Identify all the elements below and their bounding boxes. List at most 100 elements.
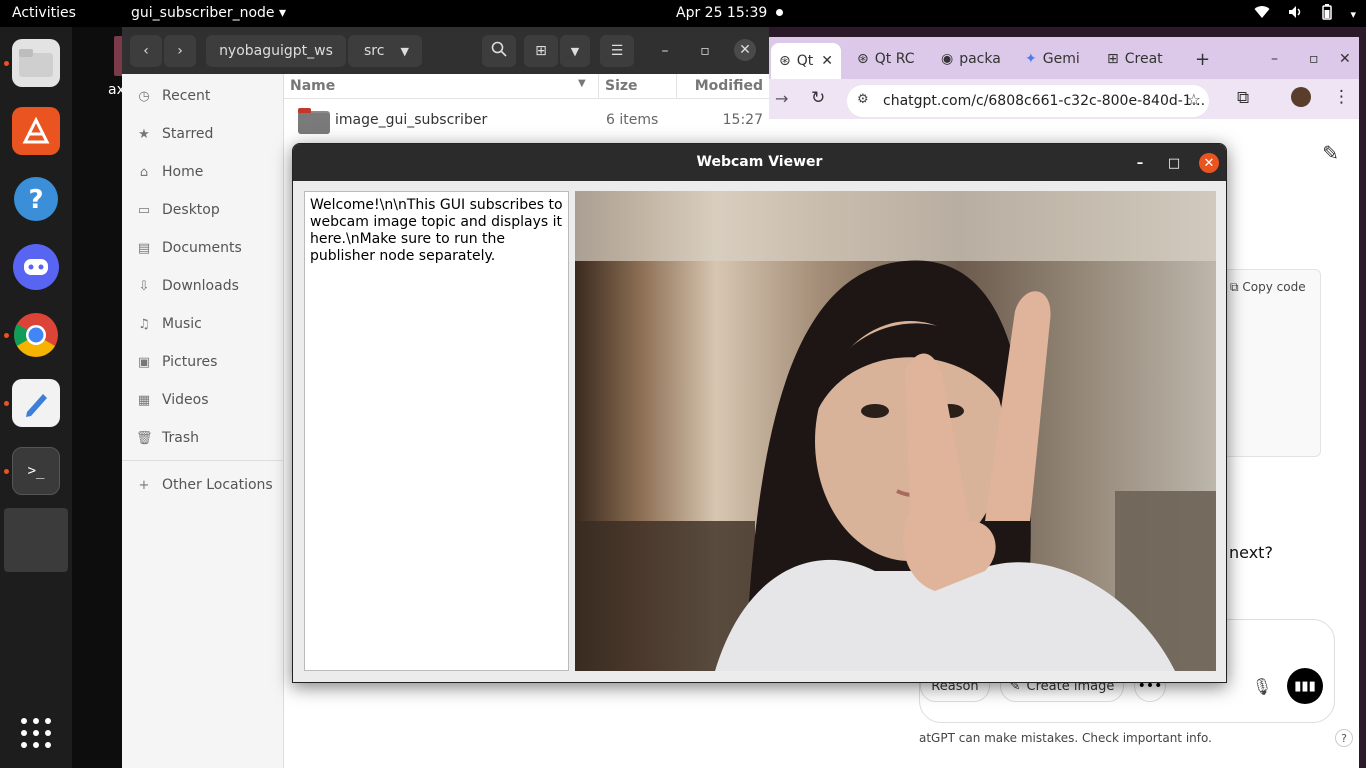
app-menu[interactable]: gui_subscriber_node ▾ xyxy=(131,5,286,21)
avatar[interactable] xyxy=(1291,87,1311,107)
grid-icon: ⊞ xyxy=(535,43,547,59)
site-info-icon[interactable]: ⚙ xyxy=(857,92,869,107)
column-headers: Name ▼ Size Modified xyxy=(284,74,769,99)
openai-icon: ⊛ xyxy=(779,53,791,69)
mic-button[interactable]: 🎙 xyxy=(1246,670,1278,702)
files-icon[interactable] xyxy=(12,39,60,87)
close-button[interactable]: ✕ xyxy=(1331,44,1357,74)
battery-icon xyxy=(1322,4,1333,24)
sidebar-item-documents[interactable]: ▤ Documents xyxy=(136,238,242,258)
tab-active[interactable]: ⊛ Qt ✕ xyxy=(771,43,841,79)
sidebar-item-pictures[interactable]: ▣ Pictures xyxy=(136,352,218,372)
reload-icon[interactable]: ↻ xyxy=(811,88,825,108)
bookmark-star-icon[interactable]: ☆ xyxy=(1187,90,1201,109)
sidebar-item-label: Desktop xyxy=(162,202,220,218)
sidebar-item-recent[interactable]: ◷ Recent xyxy=(136,86,210,106)
message-text-area[interactable]: Welcome!\n\nThis GUI subscribes to webca… xyxy=(304,191,569,671)
url-bar[interactable]: ⚙ chatgpt.com/c/6808c661-c32c-800e-840d-… xyxy=(847,85,1209,117)
minimize-button[interactable]: – xyxy=(652,35,678,67)
activities-button[interactable]: Activities xyxy=(12,5,76,21)
close-icon[interactable]: ✕ xyxy=(821,53,833,69)
openai-icon: ⊛ xyxy=(857,51,869,67)
software-store-icon[interactable] xyxy=(12,107,60,155)
view-options-button[interactable]: ▼ xyxy=(560,35,590,67)
column-name[interactable]: Name xyxy=(290,78,335,94)
view-toggle-button[interactable]: ⊞ xyxy=(524,35,558,67)
wifi-icon xyxy=(1254,5,1270,23)
system-tray[interactable]: ▾ xyxy=(1254,4,1356,24)
help-button[interactable]: ? xyxy=(1335,729,1353,747)
minimize-button[interactable]: – xyxy=(1263,44,1289,74)
chrome-icon[interactable] xyxy=(12,311,60,359)
star-icon: ★ xyxy=(138,126,150,142)
table-row[interactable]: image_gui_subscriber 6 items 15:27 xyxy=(284,102,769,142)
chevron-right-icon: › xyxy=(177,43,183,59)
sidebar-item-label: Trash xyxy=(162,430,199,446)
path-current-label: src xyxy=(364,43,385,59)
close-button[interactable]: ✕ xyxy=(1199,153,1219,173)
maximize-button[interactable]: □ xyxy=(1164,153,1184,173)
running-app-icon[interactable] xyxy=(4,508,68,572)
running-indicator xyxy=(4,61,9,66)
tab-label: Creat xyxy=(1124,51,1163,67)
forward-button[interactable]: › xyxy=(164,35,196,67)
back-button[interactable]: ‹ xyxy=(130,35,162,67)
sidebar-item-trash[interactable]: 🗑 Trash xyxy=(136,428,199,448)
running-indicator xyxy=(4,469,9,474)
clock[interactable]: Apr 25 15:39 xyxy=(676,5,767,21)
new-chat-icon[interactable]: ✎ xyxy=(1322,141,1339,165)
top-bar: Activities gui_subscriber_node ▾ Apr 25 … xyxy=(0,0,1366,27)
close-icon: ✕ xyxy=(739,42,751,58)
terminal-icon[interactable]: >_ xyxy=(12,447,60,495)
discord-icon[interactable] xyxy=(12,243,60,291)
download-icon: ⇩ xyxy=(138,278,150,294)
sidebar-item-starred[interactable]: ★ Starred xyxy=(136,124,213,144)
sidebar-item-label: Downloads xyxy=(162,278,239,294)
close-button[interactable]: ✕ xyxy=(734,39,756,61)
waveform-icon: ▮▮▮ xyxy=(1294,678,1316,694)
search-button[interactable] xyxy=(482,35,516,67)
minimize-icon: – xyxy=(661,43,669,59)
file-modified: 15:27 xyxy=(722,112,763,128)
sidebar-item-music[interactable]: ♫ Music xyxy=(136,314,202,334)
viewer-titlebar[interactable]: Webcam Viewer – □ ✕ xyxy=(293,144,1226,181)
maximize-icon: □ xyxy=(1167,155,1181,171)
new-tab-button[interactable]: + xyxy=(1187,44,1217,74)
column-modified[interactable]: Modified xyxy=(695,78,763,94)
close-icon: ✕ xyxy=(1203,155,1215,171)
sidebar-item-downloads[interactable]: ⇩ Downloads xyxy=(136,276,239,296)
extensions-icon[interactable]: ⧉ xyxy=(1237,88,1249,108)
tab-bar: ⊛ Qt ✕ ⊛ Qt RC ◉ packa ✦ Gemi ⊞ Creat + – ▫ ✕ xyxy=(769,37,1359,79)
help-icon[interactable]: ? xyxy=(12,175,60,223)
maximize-button[interactable]: ▫ xyxy=(1301,44,1327,74)
sidebar-item-label: Other Locations xyxy=(162,477,273,493)
minimize-button[interactable]: – xyxy=(1130,153,1150,173)
sidebar-item-home[interactable]: ⌂ Home xyxy=(136,162,203,182)
sidebar-item-label: Videos xyxy=(162,392,209,408)
kebab-menu-icon[interactable]: ⋮ xyxy=(1333,87,1350,107)
maximize-button[interactable]: ▫ xyxy=(692,35,718,67)
sidebar-item-videos[interactable]: ▦ Videos xyxy=(136,390,209,410)
webcam-frame-illustration xyxy=(575,191,1216,671)
forward-icon[interactable]: → xyxy=(775,89,788,108)
tab-item[interactable]: ⊛ Qt RC xyxy=(849,44,927,74)
tab-item[interactable]: ⊞ Creat xyxy=(1099,44,1183,74)
sidebar-item-label: Music xyxy=(162,316,202,332)
text-editor-icon[interactable] xyxy=(12,379,60,427)
tab-item[interactable]: ✦ Gemi xyxy=(1017,44,1093,74)
desktop-background xyxy=(72,27,122,768)
voice-mode-button[interactable]: ▮▮▮ xyxy=(1287,668,1323,704)
menu-button[interactable]: ☰ xyxy=(600,35,634,67)
column-size[interactable]: Size xyxy=(605,78,638,94)
path-segment[interactable]: nyobaguigpt_ws xyxy=(206,35,346,67)
sidebar-item-label: Pictures xyxy=(162,354,218,370)
running-indicator xyxy=(4,333,9,338)
tab-item[interactable]: ◉ packa xyxy=(933,44,1009,74)
grid-icon: ⊞ xyxy=(1107,51,1119,67)
code-block: ⧉ Copy code xyxy=(1219,269,1321,457)
sidebar-item-other-locations[interactable]: + Other Locations xyxy=(136,475,273,495)
path-segment-current[interactable]: src ▼ xyxy=(348,35,422,67)
sidebar-item-desktop[interactable]: ▭ Desktop xyxy=(136,200,220,220)
app-grid-icon[interactable] xyxy=(12,709,60,757)
copy-code-button[interactable]: ⧉ Copy code xyxy=(1230,280,1306,295)
